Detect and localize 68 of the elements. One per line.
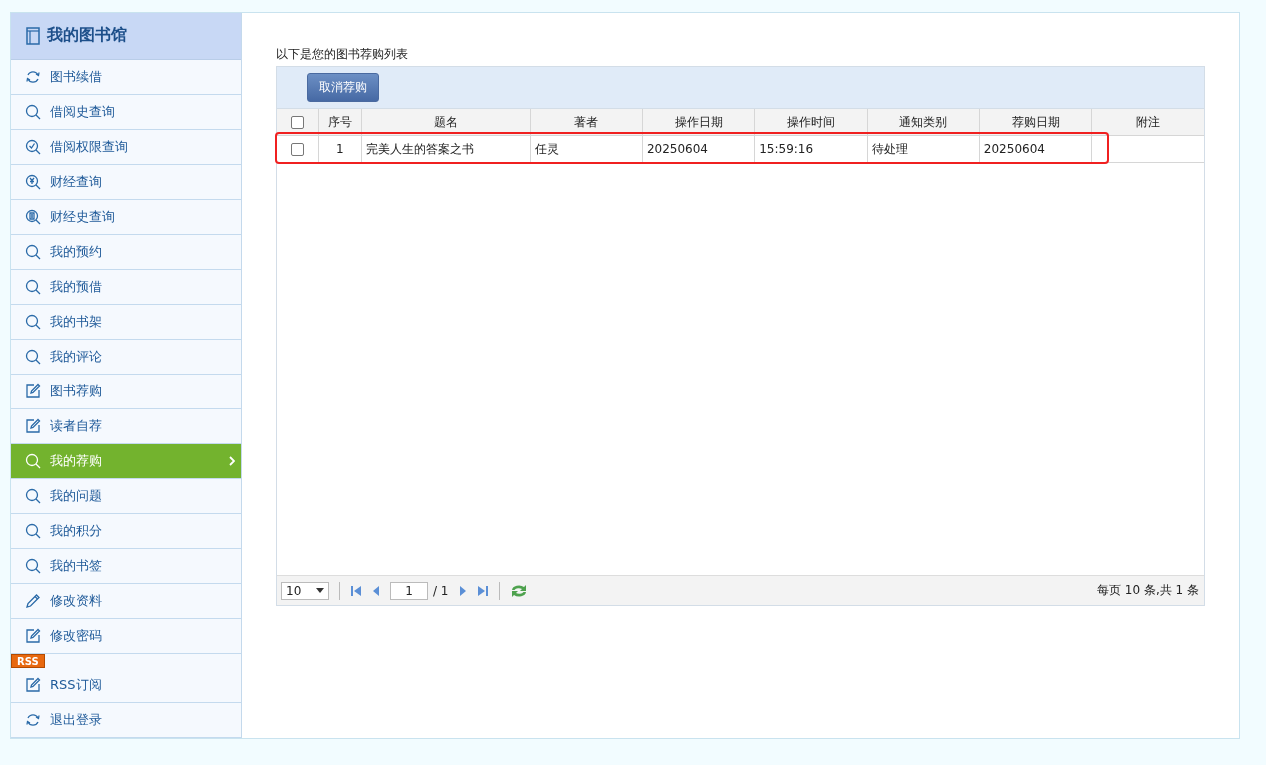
sidebar-item[interactable]: 图书荐购 xyxy=(11,374,241,410)
list-caption: 以下是您的图书荐购列表 xyxy=(276,46,409,63)
previous-page-icon[interactable] xyxy=(372,584,380,597)
search-icon xyxy=(25,103,41,120)
table-cell: 完美人生的答案之书 xyxy=(365,140,474,158)
sidebar-item[interactable]: 修改密码 xyxy=(11,619,241,655)
table-cell: 1 xyxy=(336,142,344,156)
pager-summary: 每页 10 条,共 1 条 xyxy=(1097,582,1199,599)
search-icon xyxy=(25,243,41,260)
sidebar-item[interactable]: 财经查询 xyxy=(11,164,241,200)
edit-icon xyxy=(25,628,41,645)
edit-icon xyxy=(25,383,41,400)
cancel-recommend-button[interactable]: 取消荐购 xyxy=(307,73,379,102)
sidebar-item[interactable]: RSS订阅 xyxy=(11,668,241,704)
table-cell: 15:59:16 xyxy=(759,142,814,156)
column-header: 序号 xyxy=(318,109,362,135)
sidebar-item[interactable]: 我的评论 xyxy=(11,339,241,375)
search-icon xyxy=(25,558,41,575)
sidebar-title: 我的图书馆 xyxy=(47,25,127,47)
edit-icon xyxy=(25,418,41,435)
last-page-icon[interactable] xyxy=(476,584,489,597)
table-cell: 任灵 xyxy=(534,140,559,158)
next-page-icon[interactable] xyxy=(458,584,467,597)
edit-icon xyxy=(25,677,41,694)
page-number-field[interactable]: 1 xyxy=(390,581,428,600)
table-cell: 20250604 xyxy=(983,142,1045,156)
search-icon xyxy=(25,138,41,155)
sidebar-item[interactable]: 我的问题 xyxy=(11,479,241,515)
refresh-icon xyxy=(25,68,41,85)
caret-icon xyxy=(316,588,324,593)
column-header: 附注 xyxy=(1135,113,1162,131)
sidebar-item[interactable]: 修改资料 xyxy=(11,584,241,620)
search-icon xyxy=(25,208,41,225)
total-pages: / 1 xyxy=(433,583,449,598)
sidebar-item[interactable]: 我的书签 xyxy=(11,549,241,585)
search-icon xyxy=(25,348,41,365)
sidebar-item[interactable]: 财经史查询 xyxy=(11,199,241,235)
sidebar-item[interactable]: 借阅权限查询 xyxy=(11,129,241,165)
column-header: 通知类别 xyxy=(867,109,980,135)
pencil-icon xyxy=(25,593,41,610)
select-all-checkbox[interactable] xyxy=(290,115,304,129)
first-page-icon[interactable] xyxy=(350,584,362,597)
sidebar-item[interactable]: 我的预借 xyxy=(11,269,241,305)
search-icon xyxy=(25,278,41,295)
row-checkbox[interactable] xyxy=(290,142,304,156)
sidebar-item[interactable]: 退出登录 xyxy=(11,703,241,739)
search-icon xyxy=(25,453,41,470)
sidebar-item[interactable]: 我的预约 xyxy=(11,234,241,270)
search-icon xyxy=(25,488,41,505)
rss-badge: RSS xyxy=(11,654,45,669)
sidebar-item[interactable]: 借阅史查询 xyxy=(11,94,241,130)
refresh-icon[interactable] xyxy=(509,582,528,599)
refresh-icon xyxy=(25,712,41,729)
sidebar-item[interactable]: 我的积分 xyxy=(11,514,241,550)
column-header: 操作日期 xyxy=(642,109,756,135)
column-header: 操作时间 xyxy=(755,109,868,135)
page-size-select[interactable]: 10 xyxy=(281,581,329,600)
book-icon xyxy=(26,26,40,45)
search-icon xyxy=(25,173,41,190)
table-cell: 待处理 xyxy=(871,140,908,158)
column-header: 荐购日期 xyxy=(979,109,1093,135)
sidebar-item[interactable]: 图书续借 xyxy=(11,59,241,95)
column-header: 著者 xyxy=(530,109,643,135)
sidebar-item[interactable]: 我的书架 xyxy=(11,304,241,340)
search-icon xyxy=(25,523,41,540)
search-icon xyxy=(25,313,41,330)
column-header: 题名 xyxy=(361,109,531,135)
table-cell: 20250604 xyxy=(646,142,708,156)
